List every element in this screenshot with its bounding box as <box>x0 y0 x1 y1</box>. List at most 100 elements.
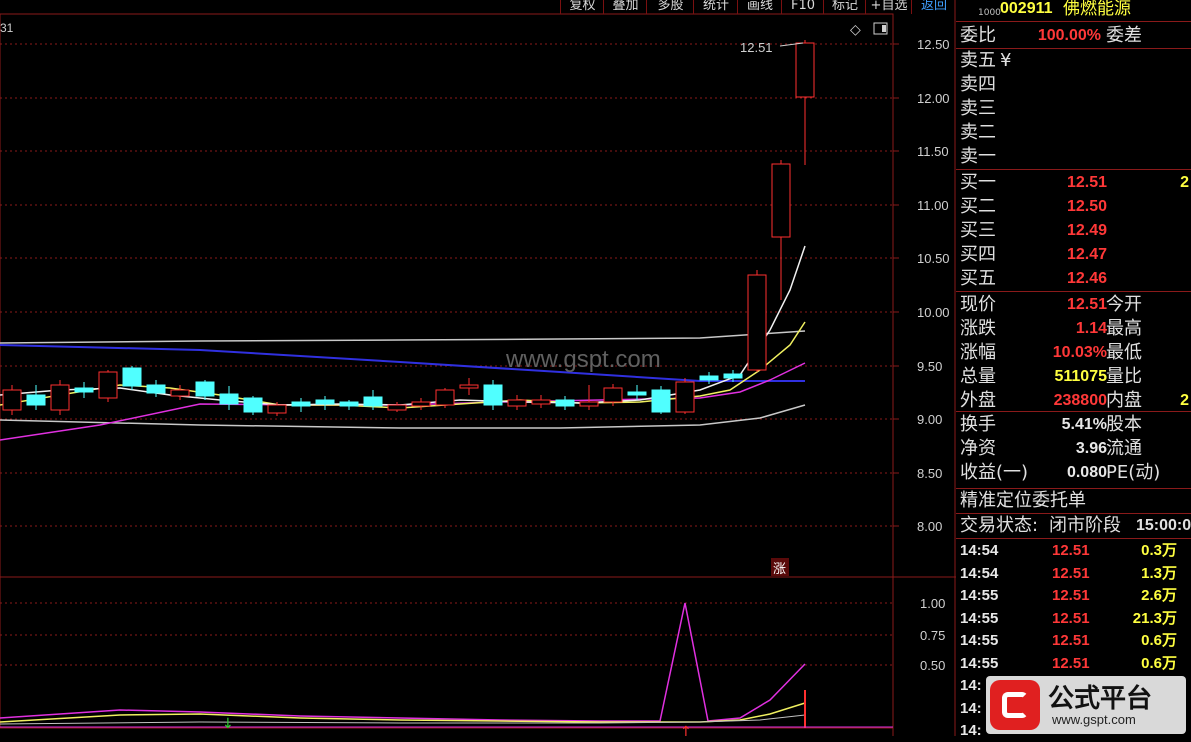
candles <box>2 40 815 416</box>
quote-row: 涨幅 10.03% 最低 <box>956 341 1191 365</box>
ask-level-label: 卖五 <box>960 50 996 71</box>
tick-price: 12.51 <box>1052 632 1090 649</box>
candle-body <box>267 404 287 414</box>
indicator-magenta-line <box>0 602 806 722</box>
bid-level-row[interactable]: 买五 12.46 <box>956 267 1191 291</box>
quote-value: 238800 <box>1053 392 1107 409</box>
candle-body <box>74 387 94 393</box>
fundamental-row: 换手 5.41% 股本 <box>956 413 1191 437</box>
candle-body <box>219 393 239 405</box>
brand-logo: 公式平台 www.gspt.com <box>986 676 1186 734</box>
toolbar-button-5[interactable]: F10 <box>781 0 824 14</box>
bid-level-row[interactable]: 买二 12.50 <box>956 195 1191 219</box>
stock-name: 佛燃能源 <box>1063 0 1131 19</box>
brand-logo-icon <box>990 680 1040 730</box>
ask-level-label: 卖二 <box>960 122 996 143</box>
tick-time: 14: <box>960 677 982 694</box>
candle-body <box>195 381 215 397</box>
tick-price: 12.51 <box>1052 587 1090 604</box>
tick-row[interactable]: 14:55 12.51 21.3万 <box>956 608 1191 630</box>
bid-level-price: 12.51 <box>1066 174 1107 191</box>
candle-body <box>675 381 695 413</box>
bid-level-price: 12.50 <box>1066 198 1107 215</box>
ask-level-row[interactable]: 卖四 <box>956 73 1191 97</box>
ask-level-label: 卖三 <box>960 98 996 119</box>
order-ratio-row: 委比 100.00% 委差 <box>956 24 1191 48</box>
kline-chart[interactable]: 12.50 12.00 11.50 11.00 10.50 10.00 9.50 9.00 8.… <box>0 0 956 736</box>
quote-label: 总量 <box>960 366 996 387</box>
buy-signal-arrow-icon: ↑ <box>680 724 692 736</box>
price-tick-label: 12.50 <box>917 37 950 52</box>
toolbar-button-1[interactable]: 叠加 <box>603 0 647 14</box>
bid-level-row[interactable]: 买三 12.49 <box>956 219 1191 243</box>
candle-body <box>507 399 527 407</box>
corner-label: 31 <box>0 21 14 35</box>
toolbar-button-4[interactable]: 画线 <box>737 0 782 14</box>
price-tick-label: 8.00 <box>917 519 942 534</box>
fundamental-label-2: 流通 <box>1106 438 1142 459</box>
indicator-panel: ↓ ↑ <box>0 602 893 736</box>
tick-volume: 0.6万 <box>1141 632 1177 649</box>
candle-body <box>531 399 551 405</box>
diamond-icon[interactable]: ◇ <box>850 22 861 38</box>
stock-header: 1000 002911 佛燃能源 <box>956 0 1191 20</box>
candle-body <box>2 389 22 411</box>
tick-volume: 0.6万 <box>1141 654 1177 672</box>
quote-label: 涨跌 <box>960 318 996 339</box>
quote-label-2: 内盘 <box>1106 390 1142 411</box>
tick-volume: 0.3万 <box>1141 542 1177 559</box>
toolbar-button-8[interactable]: 返回 <box>911 0 956 14</box>
ma-white-short-line <box>0 245 806 406</box>
chart-toolbar: 复权 叠加 多股 统计 画线 F10 标记 +自选 返回 <box>0 0 955 14</box>
toolbar-button-2[interactable]: 多股 <box>646 0 694 14</box>
quote-extra: 2 <box>1180 392 1189 409</box>
tick-row[interactable]: 14:55 12.51 2.6万 <box>956 585 1191 607</box>
bid-level-label: 买五 <box>960 268 996 289</box>
order-panel-title-text: 精准定位委托单 <box>960 490 1086 511</box>
ask-level-row[interactable]: 卖二 <box>956 121 1191 145</box>
toolbar-button-6[interactable]: 标记 <box>823 0 866 14</box>
ask-level-row[interactable]: 卖五 ¥ <box>956 49 1191 73</box>
trade-status-value: 闭市阶段 <box>1049 515 1121 536</box>
candle-body <box>795 42 815 98</box>
candle-body <box>146 384 166 394</box>
tick-price: 12.51 <box>1052 654 1090 672</box>
candle-body <box>459 384 479 389</box>
bid-level-row[interactable]: 买一 12.51 2 <box>956 171 1191 195</box>
tick-row[interactable]: 14:54 12.51 0.3万 <box>956 540 1191 562</box>
candle-body <box>747 274 767 371</box>
tick-row[interactable]: 14:54 12.51 1.3万 <box>956 563 1191 585</box>
candle-body <box>291 401 311 407</box>
candle-body <box>651 389 671 413</box>
tick-time: 14: <box>960 699 982 717</box>
candle-body <box>411 401 431 407</box>
toolbar-button-0[interactable]: 复权 <box>560 0 604 14</box>
candle-body <box>170 389 190 397</box>
bid-level-row[interactable]: 买四 12.47 <box>956 243 1191 267</box>
quote-row: 涨跌 1.14 最高 <box>956 317 1191 341</box>
quote-label-2: 量比 <box>1106 366 1142 387</box>
candle-body <box>26 394 46 406</box>
price-tick-label: 12.00 <box>917 91 950 106</box>
quote-row: 总量 511075 量比 <box>956 365 1191 389</box>
toolbar-button-3[interactable]: 统计 <box>693 0 738 14</box>
order-panel-title[interactable]: 精准定位委托单 <box>956 489 1191 513</box>
tick-row[interactable]: 14:55 12.51 0.6万 <box>956 630 1191 652</box>
ask-level-row[interactable]: 卖三 <box>956 97 1191 121</box>
candle-body <box>555 399 575 407</box>
fundamental-label: 净资 <box>960 438 996 459</box>
bid-level-volume: 2 <box>1180 174 1189 191</box>
fundamental-label-2: PE(动) <box>1106 462 1161 483</box>
tick-volume: 2.6万 <box>1141 587 1177 604</box>
ask-level-row[interactable]: 卖一 <box>956 145 1191 169</box>
fundamental-label-2: 股本 <box>1106 414 1142 435</box>
tick-row[interactable]: 14:55 12.51 0.6万 <box>956 653 1191 675</box>
tick-volume: 21.3万 <box>1132 609 1177 627</box>
quote-value: 12.51 <box>1066 296 1107 313</box>
price-tick-label: 11.00 <box>917 198 949 213</box>
trade-status-time: 15:00:0 <box>1136 517 1191 534</box>
tick-price: 12.51 <box>1052 609 1090 627</box>
toolbar-button-7[interactable]: +自选 <box>865 0 912 14</box>
tick-time: 14:55 <box>960 654 999 672</box>
candle-body <box>122 367 142 387</box>
